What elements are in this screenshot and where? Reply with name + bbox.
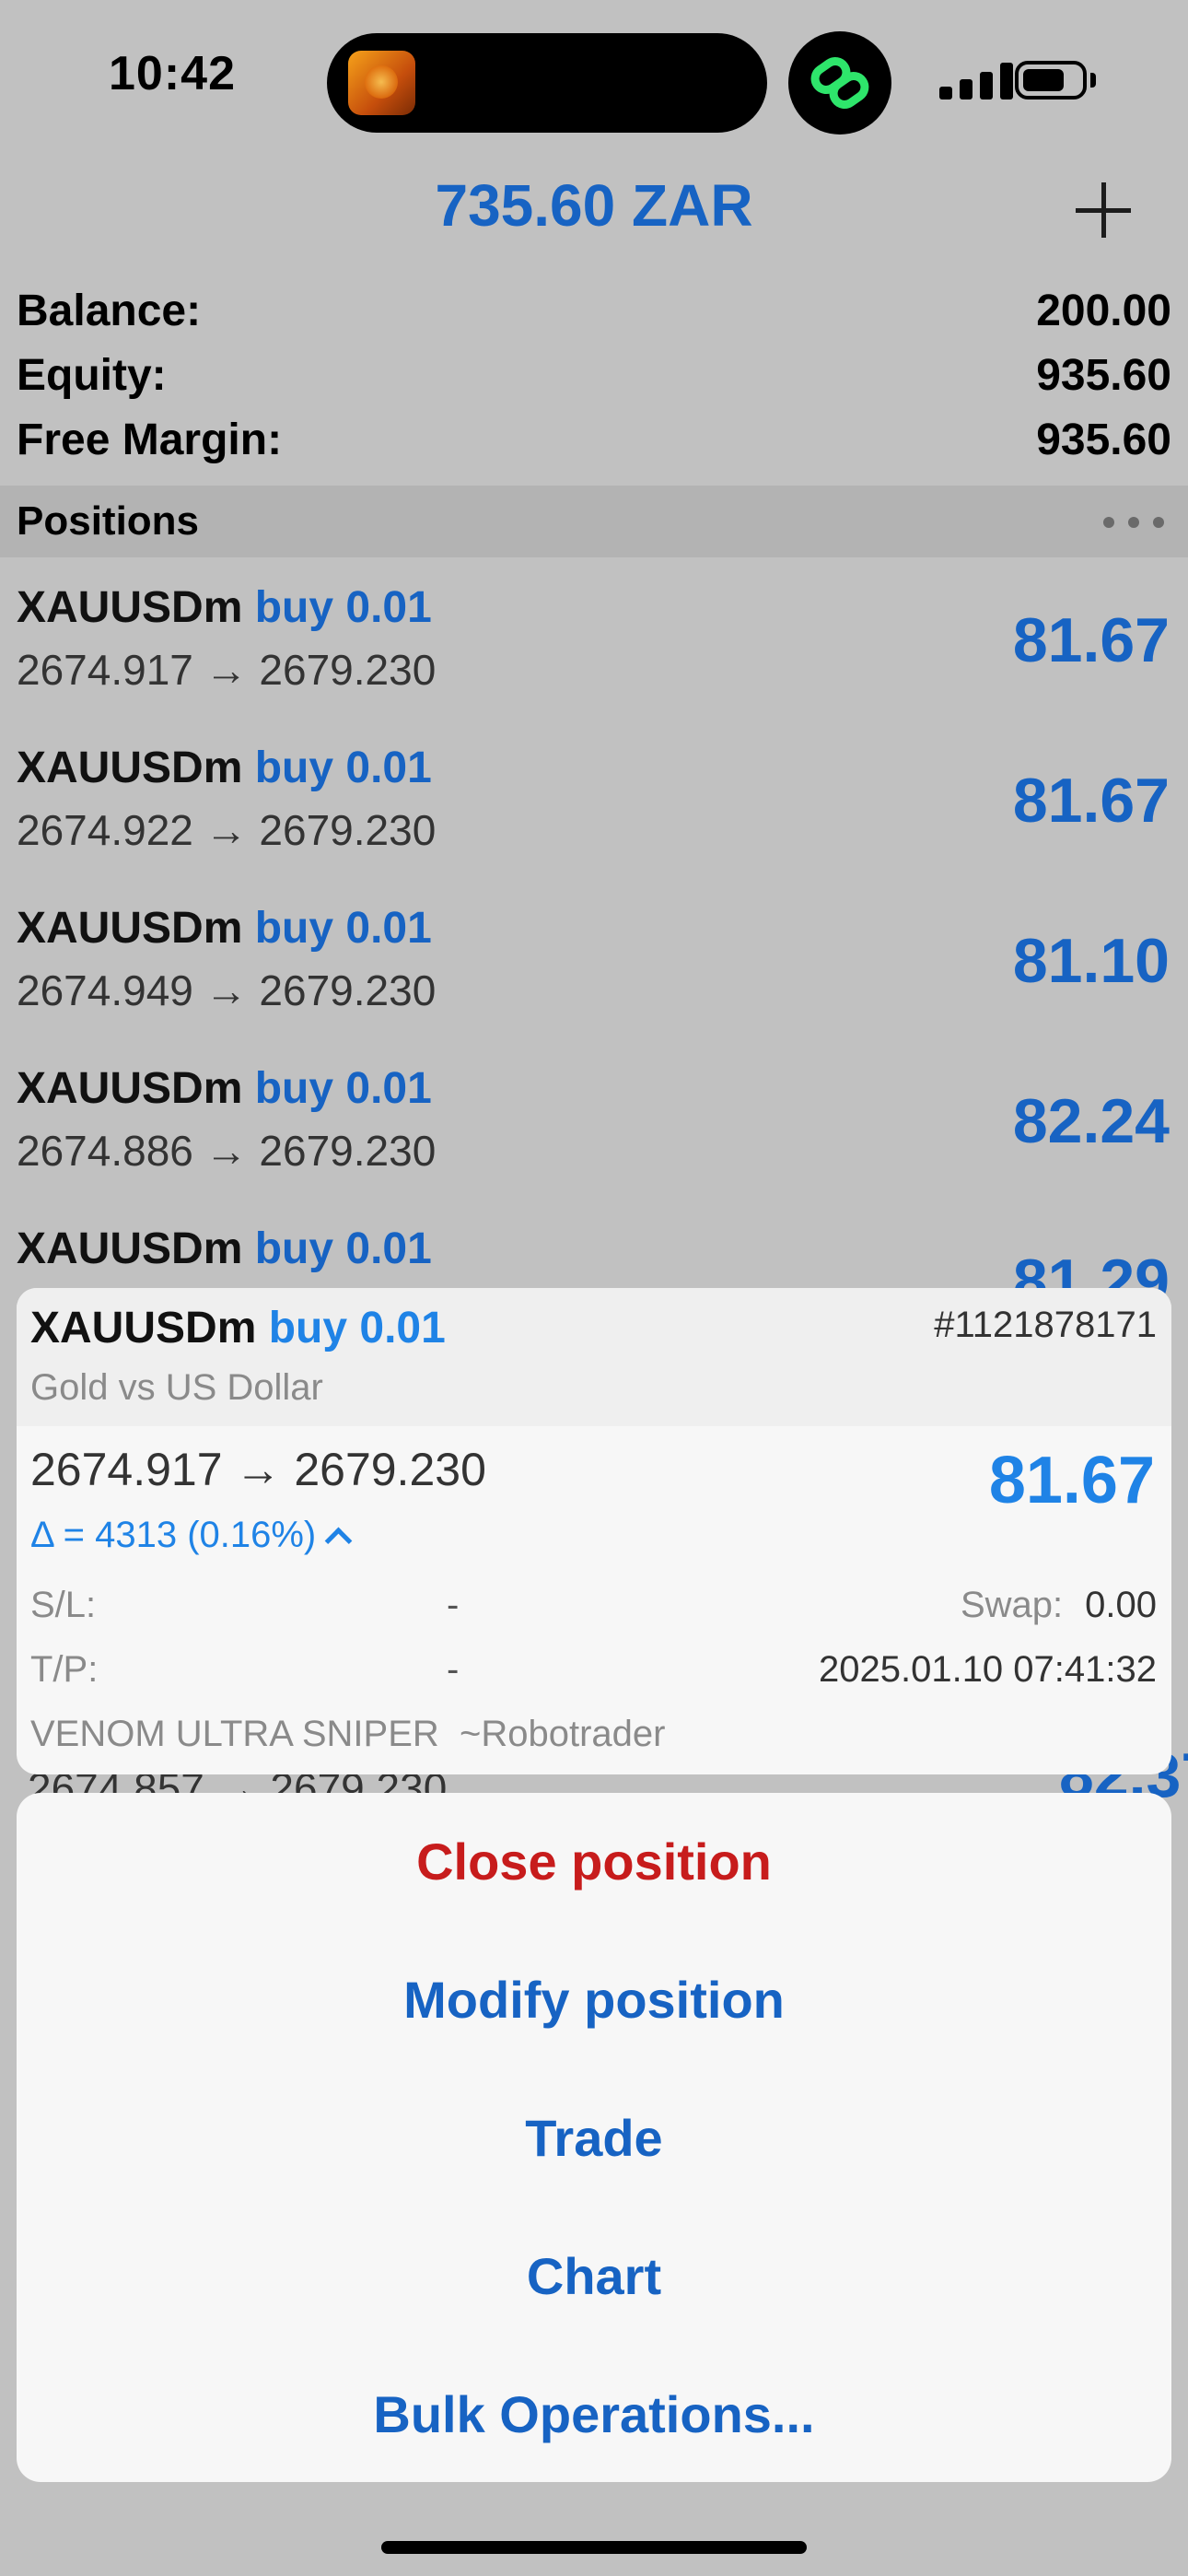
free-margin-label: Free Margin: <box>17 416 283 464</box>
free-margin-row: Free Margin: 935.60 <box>17 415 1171 479</box>
detail-profit: 81.67 <box>988 1444 1155 1517</box>
balance-row: Balance: 200.00 <box>17 286 1171 350</box>
home-indicator[interactable] <box>381 2541 807 2554</box>
swap-value: 0.00 <box>1085 1585 1157 1625</box>
open-time: 2025.01.10 07:41:32 <box>818 1649 1157 1690</box>
position-side: buy 0.01 <box>254 904 432 953</box>
swap-label: Swap: <box>960 1585 1064 1625</box>
sl-label: S/L: <box>30 1585 97 1625</box>
bulk-operations-button[interactable]: Bulk Operations... <box>17 2346 1171 2484</box>
equity-value: 935.60 <box>1036 351 1171 400</box>
position-profit: 81.67 <box>1012 766 1170 836</box>
chain-link-icon <box>810 57 869 109</box>
delta-text: Δ = 4313 (0.16%) <box>30 1515 317 1555</box>
position-comment: VENOM ULTRA SNIPER ~Robotrader <box>30 1714 666 1754</box>
position-profit: 82.24 <box>1012 1086 1170 1156</box>
detail-prices: 2674.917 → 2679.230 <box>30 1444 486 1495</box>
equity-label: Equity: <box>17 351 167 400</box>
position-side: buy 0.01 <box>254 1224 432 1273</box>
position-side: buy 0.01 <box>254 744 432 792</box>
close-position-button[interactable]: Close position <box>17 1793 1171 1931</box>
free-margin-value: 935.60 <box>1036 416 1171 464</box>
status-time: 10:42 <box>109 47 236 100</box>
balance-label: Balance: <box>17 287 202 335</box>
positions-section-header: Positions <box>0 486 1188 557</box>
position-prices: 2674.949 → 2679.230 <box>17 966 437 1014</box>
more-options-icon[interactable] <box>1103 517 1164 528</box>
detail-ticket: #1121878171 <box>934 1305 1157 1345</box>
positions-title: Positions <box>17 498 200 544</box>
plus-icon[interactable] <box>1074 181 1133 240</box>
position-row[interactable]: XAUUSDm buy 0.01 2674.922 → 2679.230 81.… <box>0 724 1188 884</box>
tp-value: - <box>447 1649 460 1690</box>
chevron-up-icon <box>324 1527 353 1555</box>
position-symbol: XAUUSDm <box>17 744 243 792</box>
account-equity-title: 735.60 ZAR <box>435 172 753 239</box>
live-activity-app-icon[interactable] <box>348 51 415 115</box>
position-symbol: XAUUSDm <box>17 904 243 953</box>
position-detail-card: XAUUSDm buy 0.01 #1121878171 Gold vs US … <box>17 1288 1171 1774</box>
equity-row: Equity: 935.60 <box>17 350 1171 415</box>
swap-info: Swap: 0.00 <box>961 1585 1157 1626</box>
position-side: buy 0.01 <box>254 1064 432 1113</box>
battery-icon <box>1015 61 1087 100</box>
detail-description: Gold vs US Dollar <box>30 1367 323 1408</box>
position-profit: 81.10 <box>1012 926 1170 996</box>
position-row[interactable]: XAUUSDm buy 0.01 2674.886 → 2679.230 82.… <box>0 1045 1188 1205</box>
detail-delta[interactable]: Δ = 4313 (0.16%) <box>30 1515 353 1556</box>
link-app-icon[interactable] <box>788 31 891 135</box>
position-symbol: XAUUSDm <box>17 1224 243 1273</box>
trade-button[interactable]: Trade <box>17 2069 1171 2207</box>
position-side: buy 0.01 <box>254 583 432 632</box>
cellular-signal-icon <box>939 63 1017 100</box>
tp-label: T/P: <box>30 1649 99 1690</box>
position-symbol: XAUUSDm <box>17 583 243 632</box>
action-sheet: Close position Modify position Trade Cha… <box>17 1793 1171 2482</box>
position-symbol: XAUUSDm <box>17 1064 243 1113</box>
chart-button[interactable]: Chart <box>17 2207 1171 2346</box>
detail-symbol: XAUUSDm <box>30 1304 257 1352</box>
position-prices: 2674.922 → 2679.230 <box>17 806 437 854</box>
detail-side: buy 0.01 <box>268 1304 446 1352</box>
position-prices: 2674.886 → 2679.230 <box>17 1127 437 1175</box>
sl-value: - <box>447 1585 460 1625</box>
position-profit: 81.67 <box>1012 605 1170 675</box>
balance-value: 200.00 <box>1036 287 1171 335</box>
modify-position-button[interactable]: Modify position <box>17 1931 1171 2069</box>
position-row[interactable]: XAUUSDm buy 0.01 2674.917 → 2679.230 81.… <box>0 564 1188 724</box>
position-prices: 2674.917 → 2679.230 <box>17 646 437 694</box>
position-row[interactable]: XAUUSDm buy 0.01 2674.949 → 2679.230 81.… <box>0 884 1188 1045</box>
battery-tip <box>1090 73 1096 88</box>
